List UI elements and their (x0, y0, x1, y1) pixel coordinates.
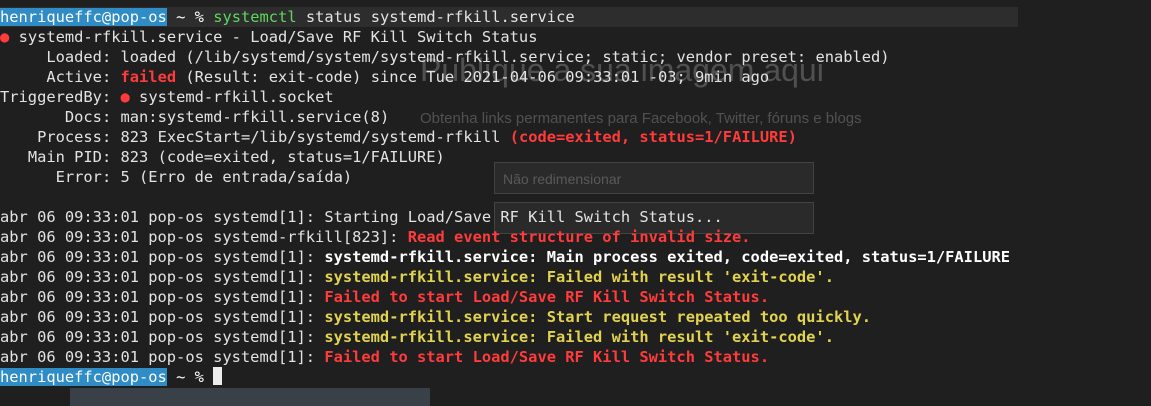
loaded-line: Loaded: loaded (/lib/systemd/system/syst… (0, 47, 1151, 67)
command-prompt-line: henriqueffc@pop-os ~ % systemctl status … (0, 7, 1018, 27)
loaded-label: Loaded: (46, 48, 112, 66)
docs-label: Docs: (64, 108, 112, 126)
triggeredby-line: TriggeredBy: ● systemd-rfkill.socket (0, 87, 1151, 107)
unit-title-line: ● systemd-rfkill.service - Load/Save RF … (0, 27, 1151, 47)
command-name: systemctl (213, 8, 297, 26)
log-message: Read event structure of invalid size. (407, 228, 751, 246)
log-prefix: abr 06 09:33:01 pop-os systemd[1]: (0, 288, 316, 306)
log-message: systemd-rfkill.service: Failed with resu… (324, 268, 834, 286)
log-line: abr 06 09:33:01 pop-os systemd[1]: syste… (0, 327, 1151, 347)
log-line: abr 06 09:33:01 pop-os systemd[1]: Start… (0, 207, 1151, 227)
log-line: abr 06 09:33:01 pop-os systemd-rfkill[82… (0, 227, 1151, 247)
failed-dot-icon: ● (0, 28, 10, 46)
error-value: 5 (Erro de entrada/saída) (120, 168, 353, 186)
log-prefix: abr 06 09:33:01 pop-os systemd[1]: (0, 208, 316, 226)
terminal-window[interactable]: Publique a sua imagem aqui Obtenha links… (0, 0, 1151, 406)
prompt-symbol: % (194, 8, 204, 26)
process-error: (code=exited, status=1/FAILURE) (509, 128, 797, 146)
prompt-path: ~ (176, 368, 186, 386)
log-message: Failed to start Load/Save RF Kill Switch… (324, 288, 770, 306)
active-rest: (Result: exit-code) since Tue 2021-04-06… (185, 68, 770, 86)
loaded-value: loaded (/lib/systemd/system/systemd-rfki… (120, 48, 890, 66)
log-line: abr 06 09:33:01 pop-os systemd[1]: syste… (0, 267, 1151, 287)
process-value: 823 ExecStart=/lib/systemd/systemd-rfkil… (120, 128, 501, 146)
active-line: Active: failed (Result: exit-code) since… (0, 67, 1151, 87)
log-message: systemd-rfkill.service: Start request re… (324, 308, 872, 326)
log-line: abr 06 09:33:01 pop-os systemd[1]: Faile… (0, 347, 1151, 367)
prompt-path: ~ (176, 8, 186, 26)
background-image (70, 388, 430, 406)
triggeredby-label: TriggeredBy: (0, 88, 112, 106)
prompt-user-host: henriqueffc@pop-os (0, 8, 167, 26)
log-line: abr 06 09:33:01 pop-os systemd[1]: syste… (0, 307, 1151, 327)
socket-dot-icon: ● (120, 88, 130, 106)
mainpid-label: Main PID: (27, 148, 112, 166)
terminal-output: henriqueffc@pop-os ~ % systemctl status … (0, 7, 1151, 387)
log-message: systemd-rfkill.service: Failed with resu… (324, 328, 834, 346)
log-prefix: abr 06 09:33:01 pop-os systemd[1]: (0, 328, 316, 346)
input-prompt-line[interactable]: henriqueffc@pop-os ~ % (0, 367, 1151, 387)
log-prefix: abr 06 09:33:01 pop-os systemd[1]: (0, 268, 316, 286)
mainpid-value: 823 (code=exited, status=1/FAILURE) (120, 148, 445, 166)
command-args: status systemd-rfkill.service (305, 8, 575, 26)
docs-line: Docs: man:systemd-rfkill.service(8) (0, 107, 1151, 127)
log-prefix: abr 06 09:33:01 pop-os systemd[1]: (0, 348, 316, 366)
log-line: abr 06 09:33:01 pop-os systemd[1]: syste… (0, 247, 1151, 267)
unit-title: systemd-rfkill.service - Load/Save RF Ki… (18, 28, 538, 46)
process-label: Process: (37, 128, 112, 146)
prompt-symbol: % (194, 368, 204, 386)
log-message: Starting Load/Save RF Kill Switch Status… (324, 208, 723, 226)
log-line: abr 06 09:33:01 pop-os systemd[1]: Faile… (0, 287, 1151, 307)
process-line: Process: 823 ExecStart=/lib/systemd/syst… (0, 127, 1151, 147)
active-state: failed (120, 68, 177, 86)
log-prefix: abr 06 09:33:01 pop-os systemd[1]: (0, 308, 316, 326)
log-message: Failed to start Load/Save RF Kill Switch… (324, 348, 770, 366)
text-cursor[interactable] (213, 367, 223, 385)
triggeredby-value: systemd-rfkill.socket (139, 88, 334, 106)
active-label: Active: (46, 68, 112, 86)
log-prefix: abr 06 09:33:01 pop-os systemd-rfkill[82… (0, 228, 399, 246)
docs-value: man:systemd-rfkill.service(8) (120, 108, 390, 126)
error-line: Error: 5 (Erro de entrada/saída) (0, 167, 1151, 187)
prompt-user-host: henriqueffc@pop-os (0, 368, 167, 386)
log-prefix: abr 06 09:33:01 pop-os systemd[1]: (0, 248, 316, 266)
mainpid-line: Main PID: 823 (code=exited, status=1/FAI… (0, 147, 1151, 167)
log-message: systemd-rfkill.service: Main process exi… (324, 248, 1011, 266)
error-label: Error: (55, 168, 112, 186)
